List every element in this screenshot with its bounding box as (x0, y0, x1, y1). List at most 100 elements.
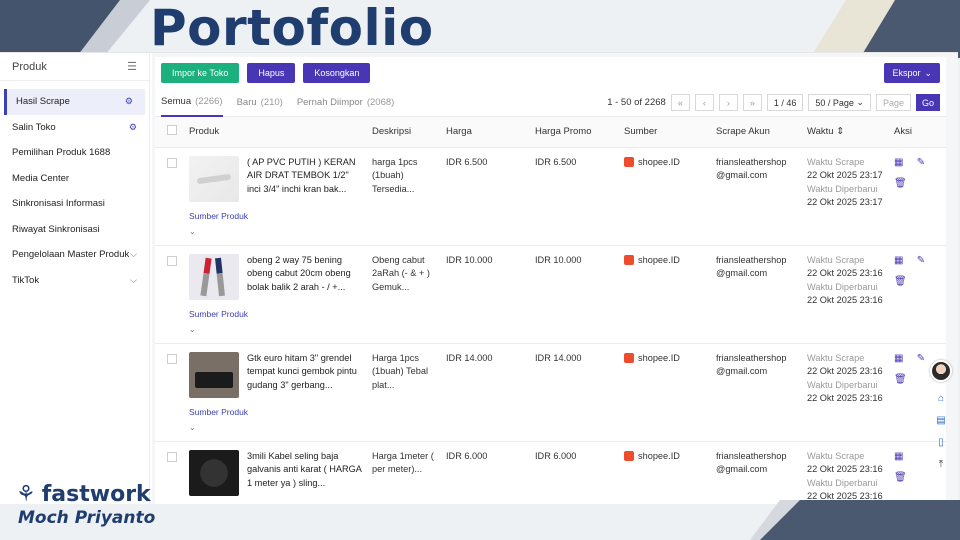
product-promo-price: IDR 14.000 (531, 343, 620, 442)
tab-pernah-diimpor[interactable]: Pernah Diimpor (2068) (297, 89, 394, 117)
sidebar-item-sinkronisasi-informasi[interactable]: Sinkronisasi Informasi (0, 191, 149, 217)
product-name[interactable]: obeng 2 way 75 bening obeng cabut 20cm o… (247, 254, 364, 300)
store-icon[interactable]: ▦ (894, 352, 907, 366)
store-icon[interactable]: ▦ (894, 450, 907, 464)
empty-button[interactable]: Kosongkan (303, 63, 371, 83)
scroll-top-icon[interactable]: ⤒ (935, 458, 947, 470)
row-checkbox[interactable] (167, 255, 177, 266)
chevron-down-icon[interactable]: ⌄ (189, 421, 364, 435)
sidebar-item-label: Pengelolaan Master Produk (12, 249, 130, 261)
sidebar-item-label: Sinkronisasi Informasi (12, 198, 105, 210)
product-description: harga 1pcs (1buah) Tersedia... (368, 147, 442, 246)
tab-label: Semua (161, 96, 192, 107)
table-row: Gtk euro hitam 3" grendel tempat kunci g… (155, 343, 946, 442)
column-header-scrape-akun: Scrape Akun (712, 117, 803, 148)
store-icon[interactable]: ▦ (894, 254, 907, 268)
collapse-icon[interactable]: ☰ (127, 60, 137, 73)
sidebar-item-media-center[interactable]: Media Center (0, 166, 149, 192)
table-row: ( AP PVC PUTIH ) KERAN AIR DRAT TEMBOK 1… (155, 147, 946, 246)
avatar[interactable] (930, 360, 952, 382)
sidebar-item-label: Salin Toko (12, 121, 56, 133)
chevron-down-icon: ⌵ (130, 249, 137, 260)
shopee-icon (624, 451, 634, 462)
row-checkbox[interactable] (167, 157, 177, 168)
product-name[interactable]: 3mili Kabel seling baja galvanis anti ka… (247, 450, 364, 496)
trash-icon[interactable]: 🗑 (894, 471, 907, 485)
edit-icon[interactable]: ✎ (917, 254, 925, 289)
sidebar-item-label: Media Center (12, 172, 70, 184)
next-page-icon[interactable]: › (718, 94, 738, 111)
source-product-link[interactable]: Sumber Produk (189, 210, 364, 224)
shopee-icon (624, 157, 634, 168)
column-header-produk: Produk (185, 117, 368, 148)
last-page-icon[interactable]: » (742, 94, 762, 111)
page-indicator: 1 / 46 (766, 94, 804, 111)
delete-button[interactable]: Hapus (247, 63, 296, 83)
export-button[interactable]: Ekspor ⌄ (884, 63, 940, 83)
sidebar-item-pemilihan-produk[interactable]: Pemilihan Produk 1688 (0, 140, 149, 166)
go-button[interactable]: Go (915, 94, 940, 111)
source-product-link[interactable]: Sumber Produk (189, 406, 364, 420)
edit-icon[interactable]: ✎ (917, 352, 925, 387)
trash-icon[interactable]: 🗑 (894, 177, 907, 191)
scrape-time: 22 Okt 2025 23:17 (807, 170, 883, 180)
product-thumbnail[interactable] (189, 155, 239, 202)
source-product-link[interactable]: Sumber Produk (189, 308, 364, 322)
tab-baru[interactable]: Baru (210) (237, 89, 283, 117)
translate-icon[interactable]: ⌂ (935, 392, 947, 404)
row-checkbox[interactable] (167, 451, 177, 462)
sidebar-item-pengelolaan-master-produk[interactable]: Pengelolaan Master Produk ⌵ (0, 242, 149, 268)
tab-label: Pernah Diimpor (296, 97, 363, 108)
product-source: shopee.ID (638, 450, 680, 461)
per-page-value: 50 / Page (815, 97, 854, 108)
scrape-account: friansleathershop @gmail.com (712, 343, 803, 442)
product-name[interactable]: ( AP PVC PUTIH ) KERAN AIR DRAT TEMBOK 1… (247, 156, 364, 202)
product-thumbnail[interactable] (189, 449, 239, 496)
sidebar-item-hasil-scrape[interactable]: Hasil Scrape ⚙ (4, 89, 145, 115)
chevron-down-icon[interactable]: ⌄ (189, 225, 364, 239)
sort-icon: ⇕ (836, 126, 845, 138)
sidebar-item-salin-toko[interactable]: Salin Toko ⚙ (0, 115, 149, 141)
import-to-store-button[interactable]: Impor ke Toko (161, 63, 240, 83)
product-price: IDR 6.000 (442, 441, 531, 504)
products-table: Produk Deskripsi Harga Harga Promo Sumbe… (155, 117, 946, 504)
trash-icon[interactable]: 🗑 (894, 373, 907, 387)
update-time: 22 Okt 2025 23:16 (807, 393, 883, 403)
fastwork-logo-icon: ⚘ (16, 481, 36, 506)
table-row: 3mili Kabel seling baja galvanis anti ka… (155, 441, 946, 504)
column-header-harga-promo: Harga Promo (531, 117, 620, 148)
page-input[interactable]: Page (875, 94, 911, 111)
edit-icon[interactable]: ✎ (917, 156, 925, 191)
scrape-time-label: Waktu Scrape (807, 450, 865, 461)
product-thumbnail[interactable] (189, 351, 239, 398)
tab-label: Baru (236, 97, 257, 108)
select-all-checkbox[interactable] (167, 125, 177, 136)
phone-icon[interactable]: ▯ (935, 436, 947, 448)
store-icon[interactable]: ▦ (894, 156, 907, 170)
first-page-icon[interactable]: « (670, 94, 690, 111)
scrape-time: 22 Okt 2025 23:16 (807, 366, 883, 376)
trash-icon[interactable]: 🗑 (894, 275, 907, 289)
column-header-waktu[interactable]: Waktu ⇕ (803, 117, 890, 148)
tab-count: (210) (260, 97, 283, 108)
product-price: IDR 10.000 (442, 245, 531, 344)
scrape-time-label: Waktu Scrape (807, 254, 865, 265)
update-time-label: Waktu Diperbarui (807, 477, 878, 488)
product-thumbnail[interactable] (189, 253, 239, 300)
row-checkbox[interactable] (167, 353, 177, 364)
chevron-down-icon[interactable]: ⌄ (189, 323, 364, 337)
scrape-account: friansleathershop @gmail.com (712, 147, 803, 246)
book-icon[interactable]: ▤ (935, 414, 947, 426)
per-page-select[interactable]: 50 / Page ⌄ (808, 94, 871, 111)
sidebar-item-riwayat-sinkronisasi[interactable]: Riwayat Sinkronisasi (0, 217, 149, 243)
author-name: Moch Priyanto (18, 508, 156, 528)
tab-count: (2068) (366, 97, 395, 108)
product-name[interactable]: Gtk euro hitam 3" grendel tempat kunci g… (247, 352, 364, 398)
column-header-sumber: Sumber (620, 117, 712, 148)
product-promo-price: IDR 6.000 (531, 441, 620, 504)
sidebar-item-tiktok[interactable]: TikTok ⌵ (0, 268, 149, 294)
main-content: Impor ke Toko Hapus Kosongkan Ekspor ⌄ S… (152, 53, 958, 504)
tab-semua[interactable]: Semua (2266) (161, 89, 223, 117)
prev-page-icon[interactable]: ‹ (694, 94, 714, 111)
sidebar-item-label: Riwayat Sinkronisasi (12, 223, 100, 235)
